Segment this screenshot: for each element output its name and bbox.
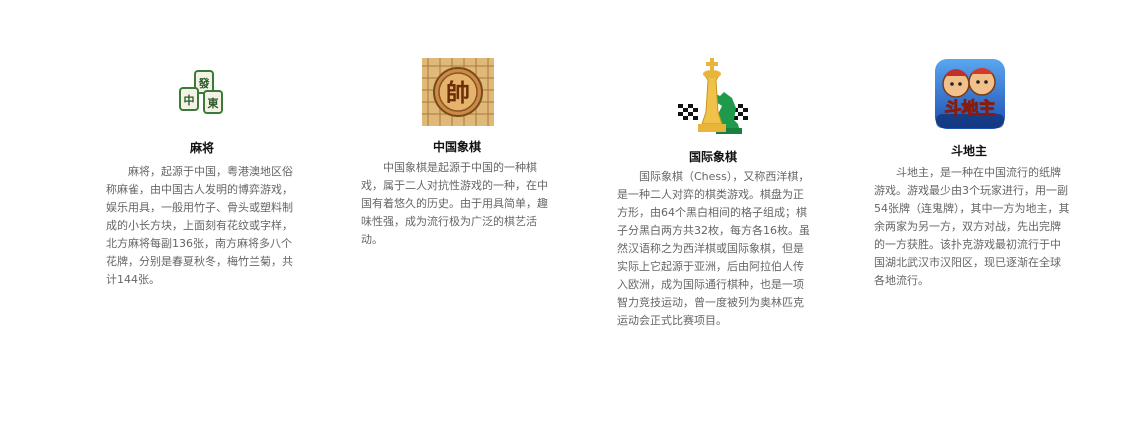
mahjong-tile-char: 發 — [198, 76, 211, 90]
chess-pieces-icon[interactable] — [676, 58, 752, 136]
card-description: 中国象棋是起源于中国的一种棋戏，属于二人对抗性游戏的一种，在中国有着悠久的历史。… — [361, 161, 548, 246]
mahjong-tile-char: 東 — [208, 96, 220, 110]
card-title[interactable]: 中国象棋 — [433, 138, 481, 155]
mahjong-tile-char: 中 — [184, 93, 195, 107]
card-description: 斗地主，是一种在中国流行的纸牌游戏。游戏最少由3个玩家进行，用一副54张牌（连鬼… — [874, 166, 1070, 287]
chess-piece-char: 帥 — [446, 78, 470, 107]
doudizhu-app-icon[interactable]: 斗地主 — [934, 58, 1006, 130]
card-description: 国际象棋（Chess），又称西洋棋，是一种二人对弈的棋类游戏。棋盘为正方形，由6… — [617, 170, 810, 327]
card-title[interactable]: 麻将 — [190, 139, 214, 156]
mahjong-tiles-icon[interactable]: 發 中 東 — [178, 70, 228, 116]
card-title[interactable]: 国际象棋 — [689, 148, 737, 165]
doudizhu-logo-text: 斗地主 — [945, 98, 996, 119]
chinese-chess-icon[interactable]: 帥 — [422, 58, 494, 126]
card-title[interactable]: 斗地主 — [951, 142, 987, 159]
card-description: 麻将，起源于中国，粤港澳地区俗称麻雀，由中国古人发明的博弈游戏，娱乐用具，一般用… — [106, 165, 293, 286]
